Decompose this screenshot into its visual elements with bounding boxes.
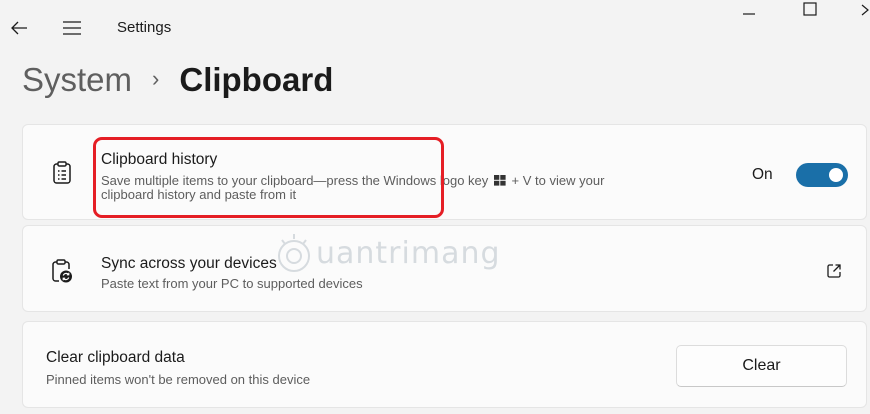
title-bar: Settings xyxy=(0,0,870,56)
clipboard-list-icon xyxy=(53,161,71,184)
sync-title: Sync across your devices xyxy=(101,255,277,272)
clear-data-title: Clear clipboard data xyxy=(46,349,185,366)
breadcrumb-parent-system[interactable]: System xyxy=(22,61,132,99)
hamburger-menu-icon[interactable] xyxy=(62,20,82,36)
watermark-text: uantrimang xyxy=(316,236,501,271)
description-text-2: + V to view your xyxy=(511,173,605,188)
open-external-icon[interactable] xyxy=(826,263,842,279)
watermark-logo-icon xyxy=(278,234,310,272)
app-title: Settings xyxy=(117,19,172,36)
breadcrumb-separator: › xyxy=(152,66,160,91)
clipboard-history-toggle[interactable] xyxy=(796,163,848,187)
minimize-icon[interactable] xyxy=(742,4,756,16)
close-icon[interactable] xyxy=(860,4,870,16)
page-title: Clipboard xyxy=(179,61,334,98)
clipboard-sync-icon xyxy=(52,259,72,283)
sync-description: Paste text from your PC to supported dev… xyxy=(101,276,363,291)
toggle-state-label: On xyxy=(752,166,773,183)
maximize-icon[interactable] xyxy=(803,2,817,16)
back-arrow-icon[interactable] xyxy=(10,20,28,36)
windows-logo-icon xyxy=(493,175,506,186)
watermark: uantrimang xyxy=(268,232,508,278)
toggle-knob xyxy=(829,168,843,182)
breadcrumb: System › Clipboard xyxy=(22,56,333,104)
clear-data-description: Pinned items won't be removed on this de… xyxy=(46,372,311,387)
highlight-box xyxy=(93,137,444,218)
clear-data-card: Clear clipboard data Pinned items won't … xyxy=(22,321,867,408)
clear-button[interactable]: Clear xyxy=(676,345,847,387)
